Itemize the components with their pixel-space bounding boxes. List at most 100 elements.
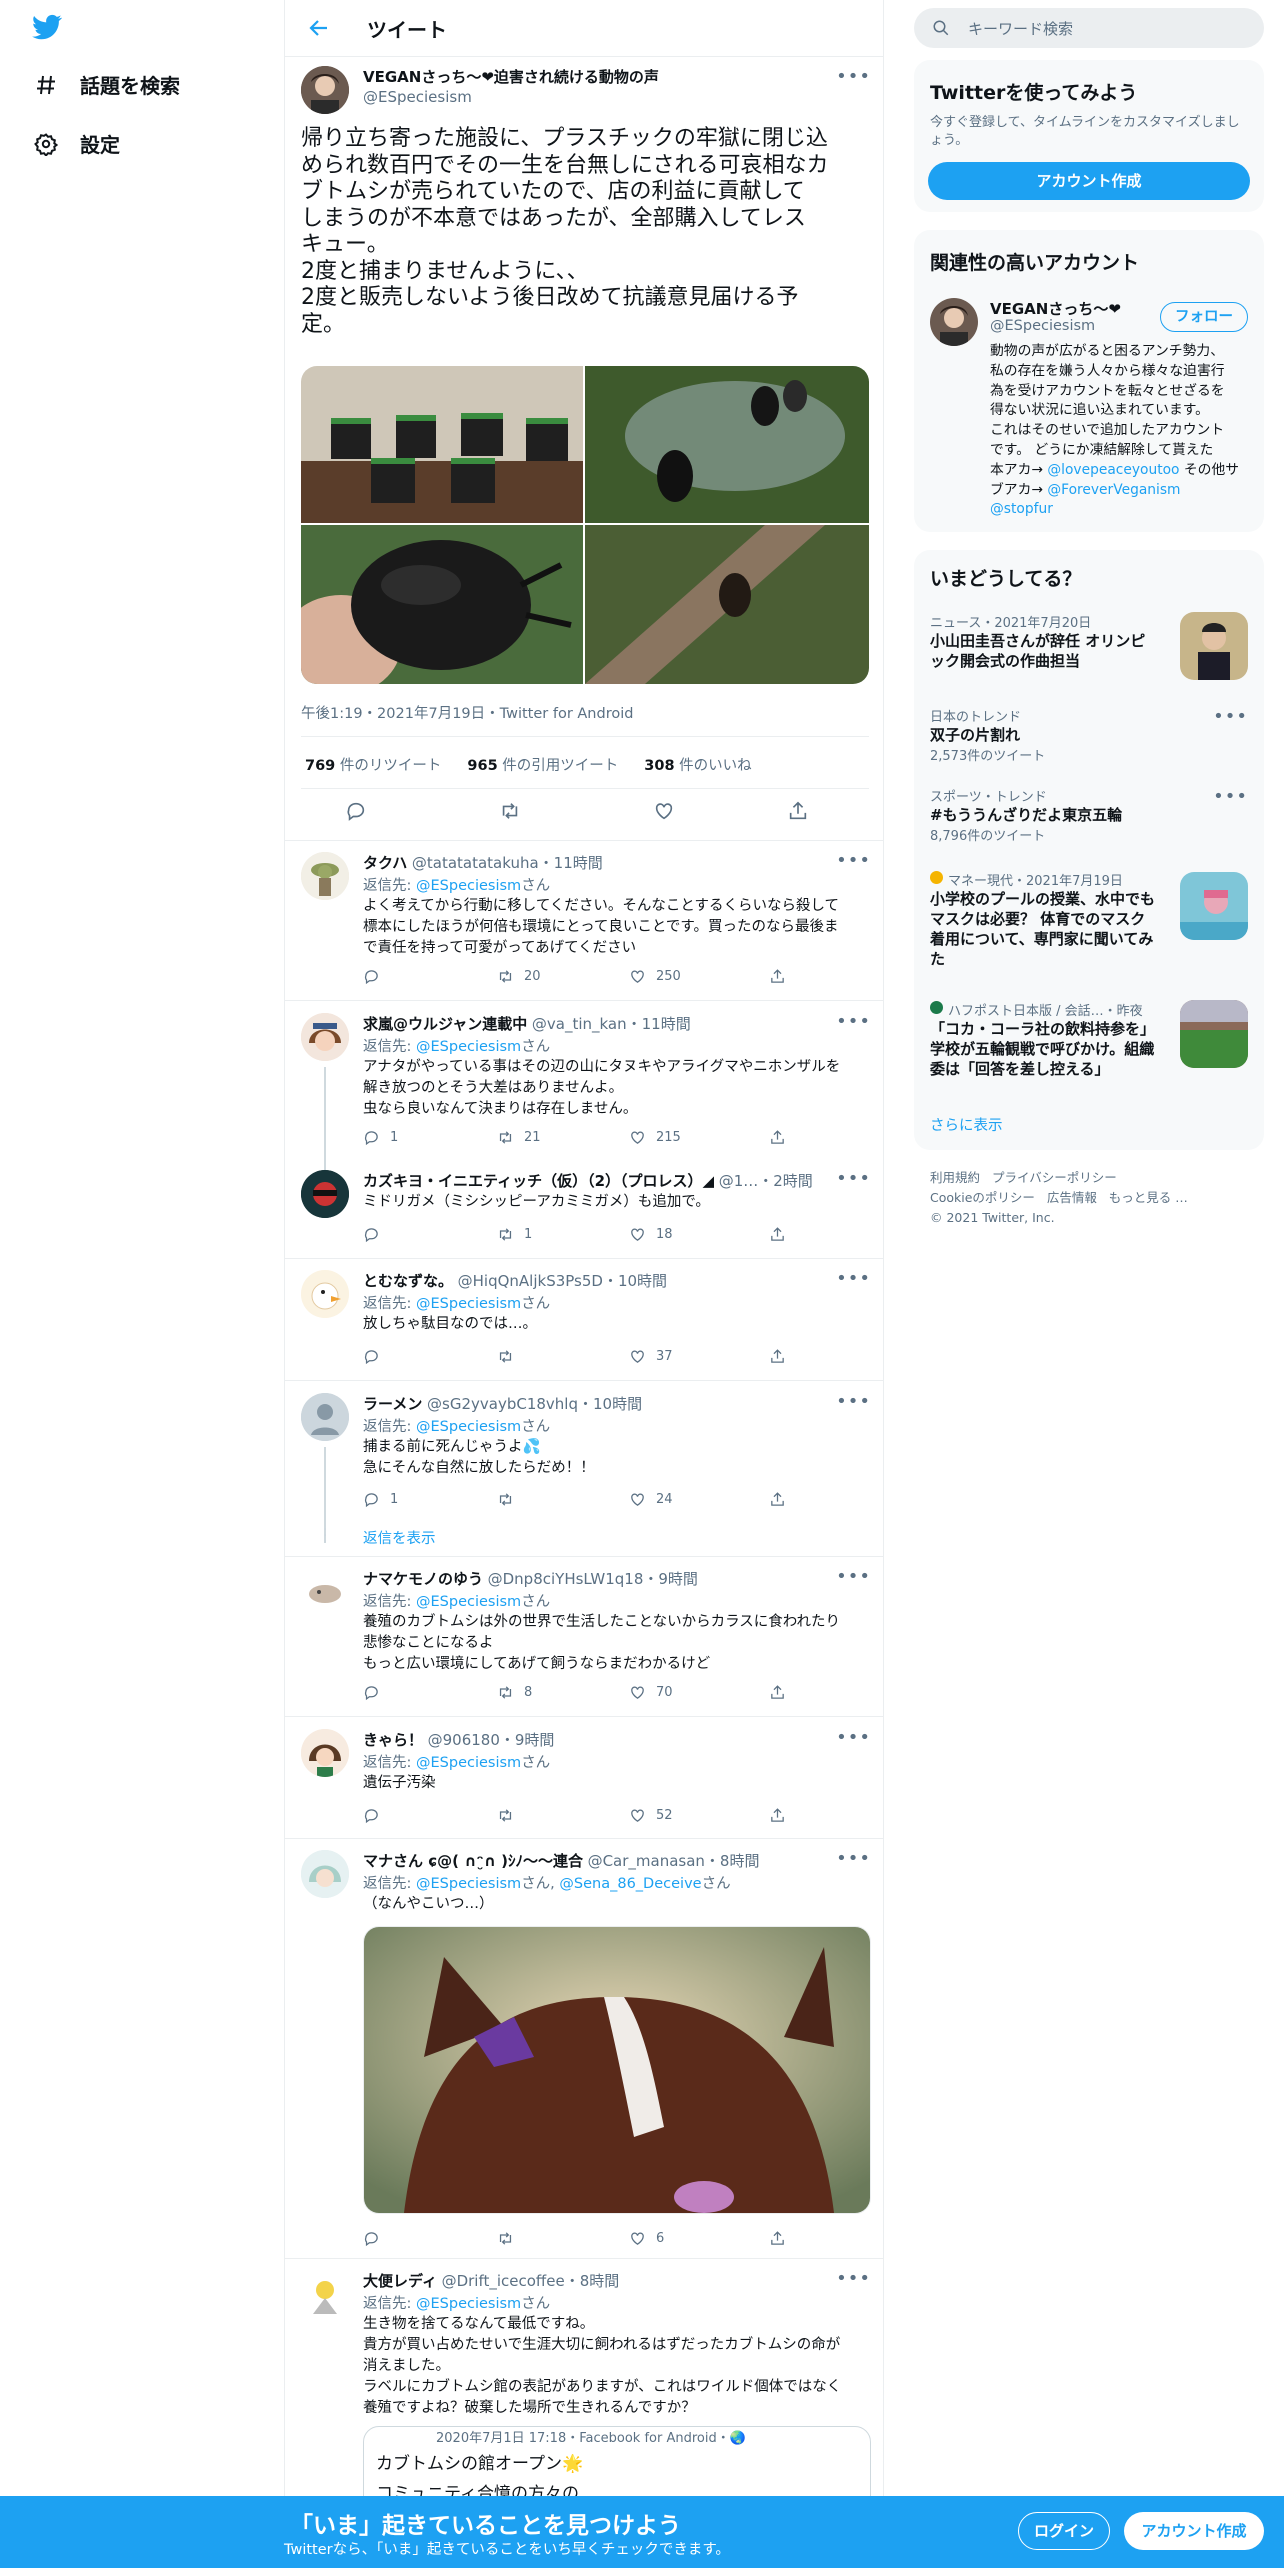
- reply-to-link[interactable]: @ESpeciesism: [416, 878, 521, 894]
- reply-author-name[interactable]: ナマケモノのゆう: [363, 1570, 483, 1588]
- author-name[interactable]: VEGANさっち～❤迫害され続ける動物の声: [363, 66, 659, 87]
- share-button[interactable]: [769, 2230, 786, 2247]
- more-options-icon[interactable]: •••: [836, 2268, 871, 2289]
- reply-tweet[interactable]: 求嵐@ウルジャン連載中 @va_tin_kan・11時間 ••• 返信先: @E…: [285, 1011, 883, 1183]
- reply-tweet[interactable]: とむなずな。 @HiqQnAljkS3Ps5D・10時間 ••• 返信先: @E…: [285, 1268, 883, 1380]
- reply-tweet[interactable]: きゃら！ @906180・9時間 ••• 返信先: @ESpeciesismさん…: [285, 1727, 883, 1829]
- share-button[interactable]: [769, 1226, 786, 1243]
- footer-ads-link[interactable]: 広告情報: [1047, 1190, 1097, 1205]
- back-arrow-icon[interactable]: [307, 16, 331, 40]
- like-button[interactable]: 250: [629, 968, 681, 985]
- reply-button[interactable]: 1: [363, 1491, 398, 1508]
- more-options-icon[interactable]: •••: [836, 66, 871, 87]
- create-account-button[interactable]: アカウント作成: [928, 162, 1250, 200]
- reply-button[interactable]: 1: [363, 1129, 398, 1146]
- reply-tweet[interactable]: カズキヨ・イニエティッチ（仮）（2）（プロレス）◢ @1…・2時間 ••• ミド…: [285, 1168, 883, 1250]
- reply-time[interactable]: ・10時間: [603, 1272, 667, 1290]
- reply-to-link[interactable]: @ESpeciesism: [416, 2296, 521, 2312]
- retweet-button[interactable]: 8: [497, 1684, 532, 1701]
- bio-link[interactable]: @lovepeaceyoutoo: [1047, 462, 1179, 478]
- photo-beetle-container[interactable]: [585, 366, 869, 523]
- relevant-name[interactable]: VEGANさっち～❤: [990, 298, 1121, 319]
- retweet-icon[interactable]: [499, 800, 521, 822]
- reply-time[interactable]: ・9時間: [500, 1731, 555, 1749]
- avatar[interactable]: [301, 1170, 349, 1218]
- bio-link[interactable]: @stopfur: [990, 500, 1252, 520]
- reply-author-handle[interactable]: @tatatatatakuha: [412, 854, 539, 872]
- reply-author-name[interactable]: きゃら！: [363, 1731, 423, 1749]
- relevant-handle[interactable]: @ESpeciesism: [990, 318, 1095, 334]
- reply-tweet[interactable]: タクハ @tatatatatakuha・11時間 ••• 返信先: @ESpec…: [285, 850, 883, 992]
- reply-author-name[interactable]: タクハ: [363, 854, 407, 872]
- author-handle[interactable]: @ESpeciesism: [363, 88, 472, 106]
- more-options-icon[interactable]: •••: [836, 1268, 871, 1289]
- trend-item[interactable]: 日本のトレンド 双子の片割れ 2,573件のツイート: [930, 706, 1248, 764]
- more-options-icon[interactable]: •••: [836, 1011, 871, 1032]
- reply-button[interactable]: [363, 1226, 390, 1243]
- photo-beetle-cases[interactable]: [301, 366, 583, 523]
- like-button[interactable]: 215: [629, 1129, 681, 1146]
- reply-author-handle[interactable]: @Drift_icecoffee: [442, 2272, 565, 2290]
- reply-button[interactable]: [363, 1807, 390, 1824]
- reply-author-name[interactable]: とむなずな。: [363, 1272, 453, 1290]
- reply-button[interactable]: [363, 2230, 390, 2247]
- reply-to-link[interactable]: @ESpeciesism: [416, 1419, 521, 1435]
- photo-beetle-hand[interactable]: [301, 525, 583, 684]
- retweet-button[interactable]: [497, 1807, 524, 1824]
- retweet-count[interactable]: 769 件のリツイート: [305, 754, 441, 775]
- reply-button[interactable]: [363, 1684, 390, 1701]
- more-options-icon[interactable]: •••: [836, 1566, 871, 1587]
- share-button[interactable]: [769, 1491, 786, 1508]
- reply-author-handle[interactable]: @Dnp8ciYHsLW1q18: [488, 1570, 644, 1588]
- more-options-icon[interactable]: •••: [1213, 706, 1248, 727]
- reply-image[interactable]: [363, 1926, 871, 2214]
- avatar[interactable]: [301, 852, 349, 900]
- like-button[interactable]: 6: [629, 2230, 664, 2247]
- footer-cookie-link[interactable]: Cookieのポリシー: [930, 1190, 1035, 1205]
- like-button[interactable]: 18: [629, 1226, 673, 1243]
- reply-to-link[interactable]: @ESpeciesism: [416, 1594, 521, 1610]
- reply-author-name[interactable]: 求嵐@ウルジャン連載中: [363, 1015, 527, 1033]
- more-options-icon[interactable]: •••: [836, 1848, 871, 1869]
- reply-tweet[interactable]: マナさん ɕ@( ∩ᵔ̮∩ )ｼﾉ〜〜連合 @Car_manasan・8時間 •…: [285, 1848, 883, 2250]
- reply-to-link[interactable]: @Sena_86_Deceive: [559, 1876, 701, 1892]
- like-button[interactable]: 37: [629, 1348, 673, 1365]
- reply-time[interactable]: ・11時間: [539, 854, 603, 872]
- reply-time[interactable]: ・9時間: [643, 1570, 698, 1588]
- login-button[interactable]: ログイン: [1018, 2512, 1110, 2550]
- reply-author-name[interactable]: マナさん ɕ@( ∩ᵔ̮∩ )ｼﾉ〜〜連合: [363, 1852, 583, 1870]
- quote-count[interactable]: 965 件の引用ツイート: [467, 754, 618, 775]
- reply-button[interactable]: [363, 1348, 390, 1365]
- twitter-logo-icon[interactable]: [30, 12, 64, 42]
- reply-author-handle[interactable]: @906180: [428, 1731, 500, 1749]
- reply-button[interactable]: [363, 968, 390, 985]
- reply-tweet[interactable]: 大便レディ @Drift_icecoffee・8時間 ••• 返信先: @ESp…: [285, 2268, 883, 2548]
- search-input[interactable]: キーワード検索: [914, 8, 1264, 48]
- reply-icon[interactable]: [345, 800, 367, 822]
- share-button[interactable]: [769, 1129, 786, 1146]
- like-count[interactable]: 308 件のいいね: [644, 754, 751, 775]
- share-button[interactable]: [769, 1807, 786, 1824]
- retweet-button[interactable]: [497, 1491, 524, 1508]
- avatar[interactable]: [930, 298, 978, 346]
- retweet-button[interactable]: [497, 2230, 524, 2247]
- like-button[interactable]: 52: [629, 1807, 673, 1824]
- reply-tweet[interactable]: ナマケモノのゆう @Dnp8ciYHsLW1q18・9時間 ••• 返信先: @…: [285, 1566, 883, 1708]
- share-button[interactable]: [769, 1348, 786, 1365]
- follow-button[interactable]: フォロー: [1160, 302, 1248, 332]
- like-heart-icon[interactable]: [653, 800, 675, 822]
- avatar[interactable]: [301, 1729, 349, 1777]
- nav-settings[interactable]: 設定: [34, 129, 120, 158]
- retweet-button[interactable]: 1: [497, 1226, 532, 1243]
- bottom-create-account-button[interactable]: アカウント作成: [1124, 2512, 1264, 2550]
- reply-time[interactable]: ・11時間: [627, 1015, 691, 1033]
- reply-to-link[interactable]: @ESpeciesism: [416, 1039, 521, 1055]
- reply-time[interactable]: ・8時間: [705, 1852, 760, 1870]
- avatar[interactable]: [301, 2270, 349, 2318]
- show-more-trends-link[interactable]: さらに表示: [930, 1114, 1003, 1135]
- photo-beetle-branch[interactable]: [585, 525, 869, 684]
- share-button[interactable]: [769, 968, 786, 985]
- bio-link[interactable]: @ForeverVeganism: [1047, 482, 1180, 498]
- footer-terms-link[interactable]: 利用規約: [930, 1170, 980, 1185]
- reply-author-handle[interactable]: @Car_manasan: [588, 1852, 705, 1870]
